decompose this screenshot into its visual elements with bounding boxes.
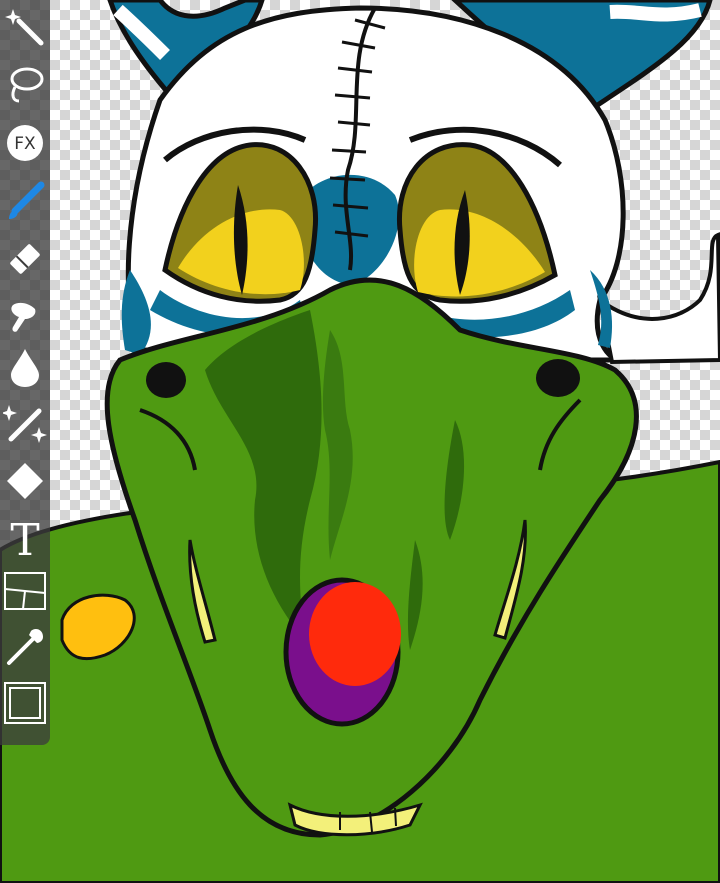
artwork: [0, 0, 720, 883]
fx-label: FX: [14, 134, 36, 154]
clown-nose: [309, 582, 401, 686]
fill-tool[interactable]: [2, 458, 48, 504]
fx-icon: FX: [7, 125, 43, 161]
right-nostril: [536, 359, 580, 397]
sparkle-brush-icon: [3, 405, 47, 443]
frame-divider-icon: [4, 572, 46, 610]
canvas-tool[interactable]: [2, 680, 48, 726]
blur-tool[interactable]: [2, 344, 48, 390]
fill-icon: [7, 463, 43, 499]
text-tool-label: T: [10, 515, 39, 559]
tool-panel: FX T: [0, 0, 50, 745]
magic-wand-icon: [5, 9, 44, 46]
smudge-icon: [11, 302, 36, 332]
text-tool[interactable]: T: [2, 512, 48, 559]
magic-wand-tool[interactable]: [2, 4, 48, 50]
smudge-tool[interactable]: [2, 294, 48, 340]
eraser-icon: [10, 244, 40, 274]
sparkle-brush-tool[interactable]: [2, 400, 48, 446]
frame-divider-tool[interactable]: [2, 568, 48, 614]
eyedropper-icon: [7, 629, 43, 665]
lasso-tool[interactable]: [2, 62, 48, 108]
lasso-icon: [10, 67, 44, 103]
fx-tool[interactable]: FX: [2, 120, 48, 166]
eraser-tool[interactable]: [2, 236, 48, 282]
eyedropper-tool[interactable]: [2, 624, 48, 670]
canvas-icon: [4, 682, 46, 724]
drawing-canvas[interactable]: [0, 0, 720, 883]
brush-tool[interactable]: [2, 178, 48, 224]
text-icon: T: [10, 515, 39, 559]
left-nostril: [146, 362, 186, 398]
brush-icon: [9, 181, 45, 219]
blur-drop-icon: [11, 349, 39, 387]
